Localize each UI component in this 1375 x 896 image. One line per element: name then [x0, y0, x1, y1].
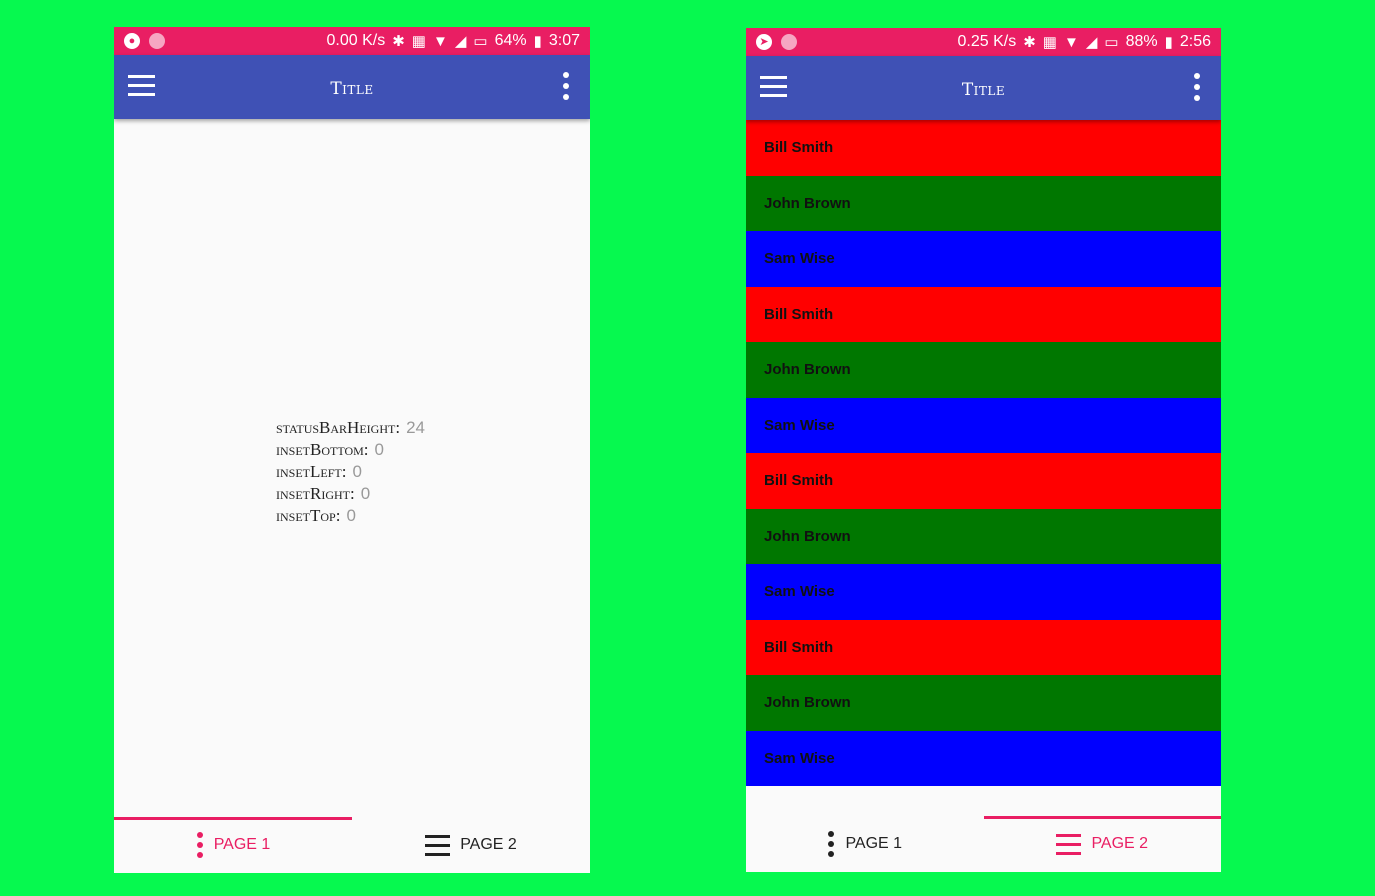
- inset-label: insetBottom: [276, 440, 364, 459]
- battery-charging-icon: ▮: [533, 32, 542, 50]
- inset-info: statusBarHeight: 24 insetBottom: 0 insetLe…: [276, 417, 425, 527]
- no-sim-icon: ▭: [1104, 33, 1119, 51]
- person-list[interactable]: Bill Smith John Brown Sam Wise Bill Smith Jo…: [746, 120, 1221, 816]
- right-phone-screen: ➤ 0.25 K/s ✱ ▦ ▼ ◢ ▭ 88% ▮ 2:56 Title Bi…: [746, 28, 1221, 872]
- status-bar: ● 0.00 K/s ✱ ▦ ▼ ◢ ▭ 64% ▮ 3:07: [114, 27, 590, 55]
- inset-row: insetRight: 0: [276, 484, 371, 503]
- list-item[interactable]: Bill Smith: [746, 619, 1221, 675]
- no-sim-icon: ▭: [473, 32, 488, 50]
- inset-row: insetLeft: 0: [276, 462, 362, 481]
- tab-page-1[interactable]: PAGE 1: [746, 816, 984, 872]
- list-item[interactable]: John Brown: [746, 675, 1221, 731]
- inset-value: 24: [406, 418, 425, 437]
- list-item[interactable]: John Brown: [746, 508, 1221, 564]
- list-item[interactable]: Sam Wise: [746, 231, 1221, 287]
- list-item-name: Sam Wise: [764, 250, 835, 268]
- list-item[interactable]: Bill Smith: [746, 453, 1221, 509]
- app-bar: Title: [746, 56, 1221, 120]
- inset-value: 0: [374, 440, 384, 459]
- list-item-name: John Brown: [764, 527, 851, 545]
- notification-dot-icon: [149, 33, 165, 49]
- app-title: Title: [961, 80, 1006, 100]
- inset-value: 0: [352, 462, 362, 481]
- left-phone-screen: ● 0.00 K/s ✱ ▦ ▼ ◢ ▭ 64% ▮ 3:07 Title st…: [114, 27, 590, 873]
- list-item[interactable]: Sam Wise: [746, 564, 1221, 620]
- list-item[interactable]: John Brown: [746, 342, 1221, 398]
- more-vert-icon: [827, 831, 835, 857]
- inset-row: insetTop: 0: [276, 506, 356, 525]
- clock: 2:56: [1179, 33, 1211, 50]
- list-item-name: John Brown: [764, 694, 851, 712]
- app-bar: Title: [114, 55, 590, 119]
- nfc-icon: ▦: [411, 32, 426, 50]
- battery-charging-icon: ▮: [1164, 33, 1173, 51]
- hamburger-menu-icon: [425, 834, 451, 856]
- list-item[interactable]: John Brown: [746, 175, 1221, 231]
- tab-label: PAGE 1: [845, 835, 903, 852]
- network-speed: 0.25 K/s: [957, 33, 1017, 50]
- app-title: Title: [330, 79, 374, 99]
- more-vert-icon[interactable]: [560, 72, 572, 102]
- hamburger-menu-icon: [1056, 833, 1082, 855]
- clock: 3:07: [548, 32, 580, 49]
- list-item[interactable]: Bill Smith: [746, 120, 1221, 176]
- more-vert-icon[interactable]: [1191, 73, 1203, 103]
- status-bar: ➤ 0.25 K/s ✱ ▦ ▼ ◢ ▭ 88% ▮ 2:56: [746, 28, 1221, 56]
- inset-label: insetRight: [276, 484, 350, 503]
- inset-row: insetBottom: 0: [276, 440, 384, 459]
- inset-value: 0: [360, 484, 371, 503]
- compass-icon: ➤: [756, 34, 772, 50]
- list-item-name: John Brown: [764, 194, 851, 212]
- reddit-icon: ●: [124, 33, 140, 49]
- list-item[interactable]: Sam Wise: [746, 730, 1221, 786]
- list-item-name: Bill Smith: [764, 139, 834, 157]
- signal-icon: ◢: [454, 32, 467, 50]
- tab-label: PAGE 1: [213, 836, 271, 853]
- list-item-name: Sam Wise: [764, 749, 835, 767]
- list-item[interactable]: Bill Smith: [746, 286, 1221, 342]
- more-vert-icon: [196, 832, 204, 858]
- tab-page-2[interactable]: PAGE 2: [352, 817, 590, 873]
- inset-value: 0: [346, 506, 356, 525]
- list-item[interactable]: Sam Wise: [746, 397, 1221, 453]
- battery-percent: 88%: [1125, 33, 1158, 50]
- inset-row: statusBarHeight: 24: [276, 418, 425, 437]
- list-item-name: Sam Wise: [764, 416, 835, 434]
- bluetooth-icon: ✱: [1023, 33, 1036, 51]
- inset-label: insetTop: [276, 506, 336, 525]
- inset-label: insetLeft: [276, 462, 342, 481]
- bottom-navigation: PAGE 1 PAGE 2: [746, 816, 1221, 872]
- nfc-icon: ▦: [1042, 33, 1057, 51]
- list-item-name: Sam Wise: [764, 583, 835, 601]
- inset-label: statusBarHeight: [276, 418, 396, 437]
- wifi-icon: ▼: [432, 32, 448, 50]
- list-item-name: Bill Smith: [764, 305, 834, 323]
- bluetooth-icon: ✱: [392, 32, 405, 50]
- tab-page-1[interactable]: PAGE 1: [114, 817, 352, 873]
- network-speed: 0.00 K/s: [326, 32, 386, 49]
- notification-dot-icon: [781, 34, 797, 50]
- tab-label: PAGE 2: [1091, 835, 1149, 852]
- tab-page-2[interactable]: PAGE 2: [983, 816, 1222, 872]
- wifi-icon: ▼: [1063, 33, 1079, 51]
- battery-percent: 64%: [494, 32, 527, 49]
- tab-label: PAGE 2: [460, 836, 517, 853]
- bottom-navigation: PAGE 1 PAGE 2: [114, 817, 590, 873]
- signal-icon: ◢: [1085, 33, 1098, 51]
- list-item-name: Bill Smith: [764, 472, 834, 490]
- list-item-name: Bill Smith: [764, 638, 834, 656]
- list-item-name: John Brown: [764, 361, 851, 379]
- page-content: statusBarHeight: 24 insetBottom: 0 insetLe…: [114, 119, 590, 817]
